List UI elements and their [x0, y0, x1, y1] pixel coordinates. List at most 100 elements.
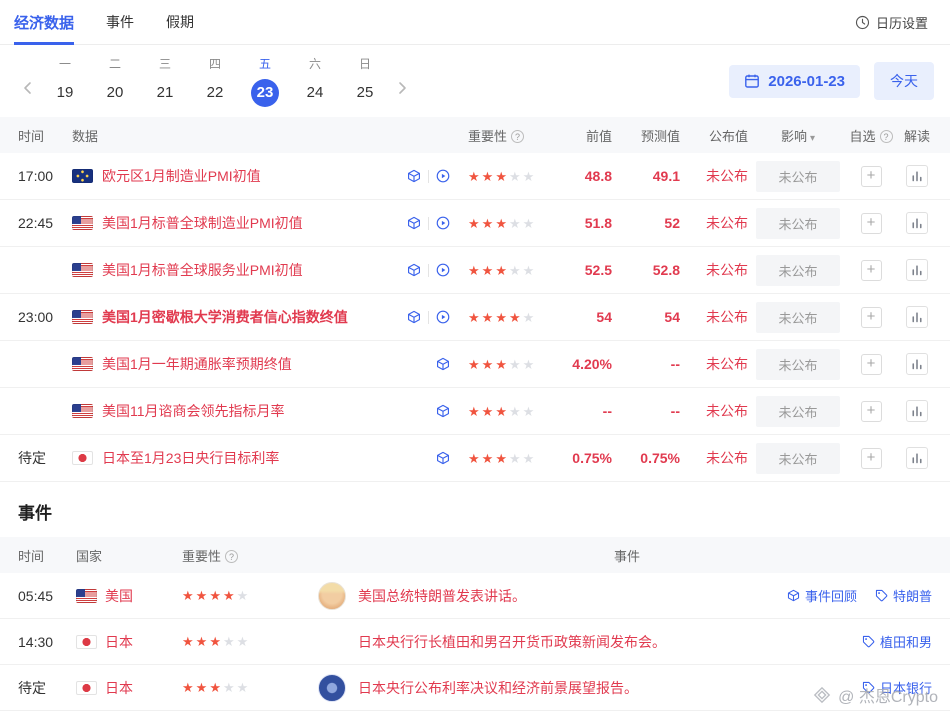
economic-data-row: 美国1月标普全球服务业PMI初值 ★★★★★ 52.5 52.8 未公布 未公布…: [0, 247, 950, 294]
indicator-name[interactable]: 美国11月谘商会领先指标月率: [102, 401, 285, 421]
economic-data-row: 美国11月谘商会领先指标月率 ★★★★★ -- -- 未公布 未公布 +: [0, 388, 950, 435]
add-watchlist-button[interactable]: +: [861, 401, 882, 422]
star-icon: ★: [509, 169, 523, 184]
related-data-cube-button[interactable]: [436, 357, 450, 371]
day-item[interactable]: 二 20: [90, 55, 140, 107]
col-published: 公布值: [686, 126, 748, 145]
star-icon: ★: [482, 404, 496, 419]
tab-holidays[interactable]: 假期: [166, 0, 194, 45]
star-icon: ★: [509, 263, 523, 278]
day-item[interactable]: 六 24: [290, 55, 340, 107]
impact-button[interactable]: 未公布: [756, 349, 840, 380]
published-value: 未公布: [686, 166, 748, 186]
event-text[interactable]: 美国总统特朗普发表讲话。: [358, 586, 526, 606]
impact-button[interactable]: 未公布: [756, 161, 840, 192]
row-actions: [388, 263, 450, 277]
indicator-name[interactable]: 美国1月标普全球服务业PMI初值: [102, 260, 303, 280]
interpret-button[interactable]: [906, 306, 928, 328]
related-data-cube-button[interactable]: [407, 216, 421, 230]
interpret-button[interactable]: [906, 259, 928, 281]
related-data-cube-button[interactable]: [407, 263, 421, 277]
indicator-name[interactable]: 美国1月标普全球制造业PMI初值: [102, 213, 303, 233]
interpret-button[interactable]: [906, 447, 928, 469]
importance-stars: ★★★★★: [456, 450, 548, 467]
weekday-label: 二: [90, 55, 140, 72]
add-watchlist-button[interactable]: +: [861, 166, 882, 187]
col-event: 事件: [318, 546, 936, 565]
tab-events[interactable]: 事件: [106, 0, 134, 45]
related-data-cube-button[interactable]: [407, 169, 421, 183]
country-flag: [72, 216, 93, 230]
tab-economic-data[interactable]: 经济数据: [14, 0, 74, 45]
interpret-button[interactable]: [906, 353, 928, 375]
impact-button[interactable]: 未公布: [756, 255, 840, 286]
help-icon[interactable]: ?: [225, 550, 238, 563]
next-week-button[interactable]: [390, 68, 414, 108]
add-watchlist-button[interactable]: +: [861, 260, 882, 281]
add-watchlist-button[interactable]: +: [861, 448, 882, 469]
col-importance: 重要性?: [456, 126, 548, 145]
star-icon: ★: [509, 451, 523, 466]
col-impact-filter[interactable]: 影响▾: [754, 126, 842, 145]
calendar-settings-label: 日历设置: [876, 13, 928, 32]
prev-week-button[interactable]: [16, 68, 40, 108]
forecast-value: 54: [618, 309, 680, 325]
related-data-cube-button[interactable]: [407, 310, 421, 324]
impact-button[interactable]: 未公布: [756, 208, 840, 239]
day-item[interactable]: 一 19: [40, 55, 90, 107]
interpret-button[interactable]: [906, 212, 928, 234]
event-text[interactable]: 日本央行公布利率决议和经济前景展望报告。: [358, 678, 638, 698]
importance-stars: ★★★★★: [182, 679, 312, 697]
economic-data-row: 美国1月一年期通胀率预期终值 ★★★★★ 4.20% -- 未公布 未公布 +: [0, 341, 950, 388]
event-link[interactable]: 日本银行: [862, 678, 932, 697]
calendar-settings-button[interactable]: 日历设置: [855, 13, 928, 32]
star-icon: ★: [482, 263, 496, 278]
star-icon: ★: [468, 404, 482, 419]
interpret-button[interactable]: [906, 400, 928, 422]
event-link[interactable]: 植田和男: [862, 632, 932, 651]
day-item[interactable]: 四 22: [190, 55, 240, 107]
event-link[interactable]: 特朗普: [875, 586, 932, 605]
add-watchlist-button[interactable]: +: [861, 307, 882, 328]
row-time: 待定: [18, 678, 70, 698]
play-video-button[interactable]: [436, 263, 450, 277]
day-item[interactable]: 日 25: [340, 55, 390, 107]
event-links: 事件回顾 特朗普: [787, 586, 936, 605]
star-icon: ★: [509, 216, 523, 231]
play-video-button[interactable]: [436, 310, 450, 324]
col-previous: 前值: [554, 126, 612, 145]
interpret-button[interactable]: [906, 165, 928, 187]
indicator-name[interactable]: 美国1月密歇根大学消费者信心指数终值: [102, 307, 348, 327]
play-video-button[interactable]: [436, 169, 450, 183]
tag-icon: [862, 635, 875, 648]
today-button[interactable]: 今天: [874, 62, 934, 100]
date-picker[interactable]: 2026-01-23: [729, 65, 860, 98]
event-link[interactable]: 事件回顾: [787, 586, 857, 605]
country-name: 日本: [105, 632, 133, 652]
add-watchlist-button[interactable]: +: [861, 354, 882, 375]
top-nav: 经济数据 事件 假期 日历设置: [0, 0, 950, 45]
indicator-name[interactable]: 欧元区1月制造业PMI初值: [102, 166, 261, 186]
day-item[interactable]: 五 23: [240, 55, 290, 107]
star-icon: ★: [196, 588, 210, 603]
help-icon[interactable]: ?: [880, 130, 893, 143]
indicator-name[interactable]: 美国1月一年期通胀率预期终值: [102, 354, 292, 374]
day-number: 24: [301, 79, 329, 107]
impact-button[interactable]: 未公布: [756, 302, 840, 333]
impact-button[interactable]: 未公布: [756, 396, 840, 427]
add-watchlist-button[interactable]: +: [861, 213, 882, 234]
indicator-name[interactable]: 日本至1月23日央行目标利率: [102, 448, 279, 468]
play-video-button[interactable]: [436, 216, 450, 230]
star-icon: ★: [182, 634, 196, 649]
day-item[interactable]: 三 21: [140, 55, 190, 107]
impact-button[interactable]: 未公布: [756, 443, 840, 474]
date-controls: 2026-01-23 今天: [729, 62, 934, 100]
row-time: 23:00: [18, 309, 66, 325]
related-data-cube-button[interactable]: [436, 451, 450, 465]
col-watchlist-label: 自选: [849, 129, 875, 144]
bar-chart-icon: [911, 264, 923, 276]
help-icon[interactable]: ?: [511, 130, 524, 143]
related-data-cube-button[interactable]: [436, 404, 450, 418]
star-icon: ★: [468, 263, 482, 278]
event-text[interactable]: 日本央行行长植田和男召开货币政策新闻发布会。: [358, 632, 666, 652]
